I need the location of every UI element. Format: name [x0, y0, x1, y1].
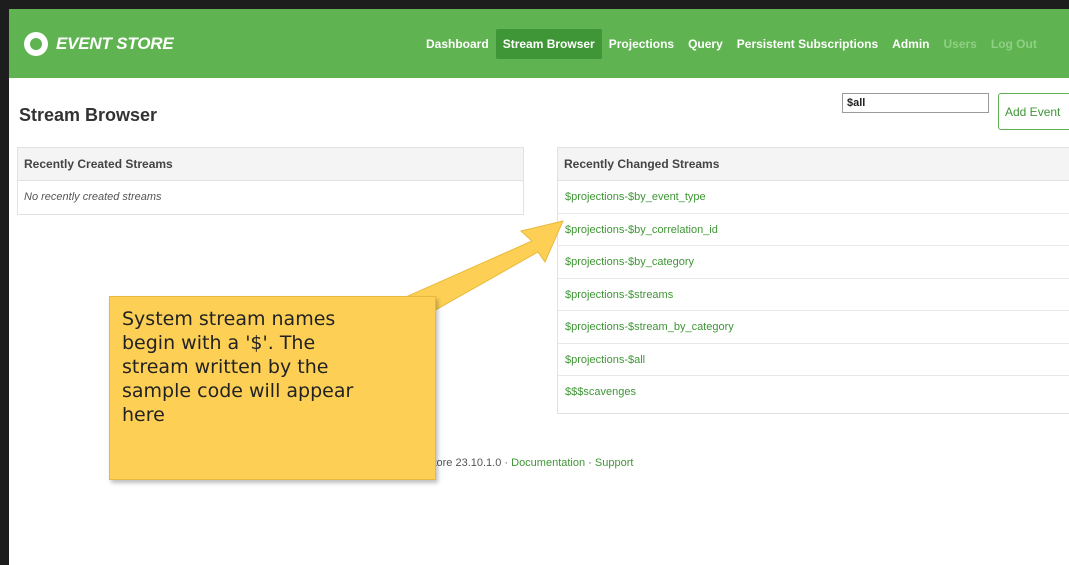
callout-line: System stream names: [122, 308, 336, 330]
callout-line: begin with a '$'. The: [122, 332, 316, 354]
screenshot-frame: EVENT STORE Dashboard Stream Browser Pro…: [0, 0, 1069, 565]
callout-line: sample code will appear: [122, 380, 354, 402]
callout-line: stream written by the: [122, 356, 329, 378]
annotation-callout: System stream names begin with a '$'. Th…: [109, 296, 436, 480]
callout-line: here: [122, 404, 165, 426]
annotation-arrow: [370, 220, 564, 331]
